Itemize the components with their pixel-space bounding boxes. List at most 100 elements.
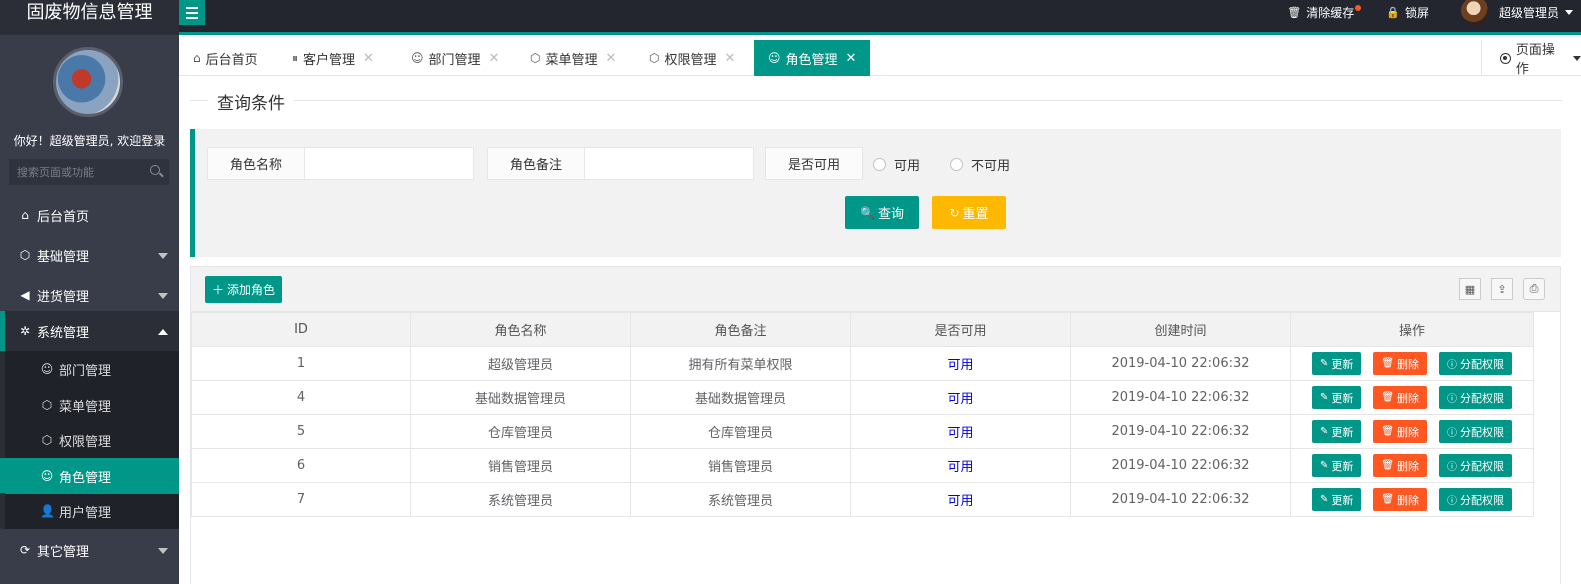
sidebar-item-home[interactable]: ⌂ 后台首页	[0, 195, 179, 235]
tab-permission[interactable]: ⬡ 权限管理 ✕	[649, 40, 735, 76]
trash-icon: 🗑	[1381, 460, 1395, 471]
page-operations-menu[interactable]: 页面操作	[1481, 40, 1581, 77]
user-menu[interactable]: 超级管理员	[1460, 0, 1573, 25]
cell-available: 可用	[850, 380, 1071, 415]
tab-customer[interactable]: ⏸ 客户管理 ✕	[292, 40, 374, 76]
tab-department[interactable]: ☺ 部门管理 ✕	[411, 40, 499, 76]
export-icon[interactable]: ⇪	[1491, 278, 1513, 300]
sidebar-item-purchase[interactable]: ◀ 进货管理	[0, 275, 179, 315]
cell-id: 4	[191, 380, 411, 415]
trash-icon: 🗑	[1381, 392, 1395, 403]
table-row[interactable]: 7 系统管理员 系统管理员 可用 2019-04-10 22:06:32 ✎ 更新…	[191, 482, 1534, 517]
info-icon: ⓘ	[1447, 428, 1458, 439]
close-icon[interactable]: ✕	[606, 51, 617, 66]
cube-icon: ⬡	[530, 51, 541, 65]
assign-permission-button[interactable]: ⓘ 分配权限	[1439, 488, 1513, 511]
edit-button[interactable]: ✎ 更新	[1311, 420, 1362, 443]
radio-unavailable[interactable]: 不可用	[950, 155, 1010, 174]
search-button[interactable]: 🔍 查询	[845, 196, 919, 229]
cube-icon: ⬡	[649, 51, 660, 65]
column-header[interactable]: 角色名称	[410, 312, 631, 347]
radio-circle-icon	[950, 158, 963, 171]
assign-permission-button[interactable]: ⓘ 分配权限	[1439, 420, 1513, 443]
edit-button[interactable]: ✎ 更新	[1311, 352, 1362, 375]
cell-available: 可用	[850, 482, 1071, 517]
lock-icon: 🔒	[1386, 5, 1400, 19]
clear-cache-label: 清除缓存	[1306, 5, 1355, 20]
cell-created: 2019-04-10 22:06:32	[1070, 448, 1291, 483]
radio-available[interactable]: 可用	[873, 155, 920, 174]
trash-icon: 🗑	[1381, 494, 1395, 505]
print-icon[interactable]: ⎙	[1523, 278, 1545, 300]
refresh-icon: ↻	[949, 205, 960, 220]
cell-remark: 系统管理员	[630, 482, 851, 517]
lock-screen-button[interactable]: 🔒 锁屏	[1386, 0, 1429, 24]
edit-button[interactable]: ✎ 更新	[1311, 488, 1362, 511]
smile-icon: ☺	[40, 469, 54, 483]
close-icon[interactable]: ✕	[846, 51, 857, 66]
edit-button[interactable]: ✎ 更新	[1311, 386, 1362, 409]
role-name-input[interactable]	[304, 147, 474, 180]
delete-button[interactable]: 🗑 删除	[1373, 352, 1428, 375]
table-header-row: ID 角色名称 角色备注 是否可用 创建时间 操作	[191, 312, 1534, 347]
delete-button[interactable]: 🗑 删除	[1373, 454, 1428, 477]
sidebar-item-user[interactable]: 👤 用户管理	[0, 493, 179, 529]
user-outline-icon: ☺	[411, 51, 424, 65]
pause-icon: ⏸	[292, 50, 299, 65]
sidebar-item-basic[interactable]: ⬡ 基础管理	[0, 235, 179, 275]
role-table: ID 角色名称 角色备注 是否可用 创建时间 操作 1 超级管理员 拥有所有菜单…	[191, 312, 1534, 517]
delete-button[interactable]: 🗑 删除	[1373, 488, 1428, 511]
add-role-button[interactable]: ＋ 添加角色	[205, 276, 282, 303]
trash-icon: 🗑	[1381, 358, 1395, 369]
clear-cache-button[interactable]: 🗑 清除缓存	[1287, 0, 1362, 24]
lock-screen-label: 锁屏	[1404, 5, 1429, 20]
target-icon	[1500, 52, 1511, 64]
close-icon[interactable]: ✕	[363, 51, 374, 66]
role-name-label: 角色名称	[207, 147, 305, 180]
sidebar-item-menu[interactable]: ⬡ 菜单管理	[0, 387, 179, 423]
cube-icon: ⬡	[19, 248, 31, 262]
table-row[interactable]: 6 销售管理员 销售管理员 可用 2019-04-10 22:06:32 ✎ 更新…	[191, 448, 1534, 483]
tab-bar: ⌂ 后台首页 ⏸ 客户管理 ✕ ☺ 部门管理 ✕ ⬡ 菜单管理 ✕ ⬡ 权限管理…	[179, 38, 1581, 77]
sidebar-item-other[interactable]: ⟳ 其它管理	[0, 530, 179, 570]
delete-button[interactable]: 🗑 删除	[1373, 386, 1428, 409]
sidebar: 你好！超级管理员, 欢迎登录 ⌂ 后台首页 ⬡ 基础管理 ◀ 进货管理 ✲ 系统…	[0, 35, 179, 584]
sidebar-item-system[interactable]: ✲ 系统管理	[0, 311, 179, 351]
sidebar-toggle-button[interactable]	[179, 0, 205, 25]
assign-permission-button[interactable]: ⓘ 分配权限	[1439, 386, 1513, 409]
sidebar-search-input[interactable]	[9, 159, 169, 185]
column-header[interactable]: ID	[191, 312, 411, 347]
trash-icon: 🗑	[1287, 5, 1302, 19]
columns-icon[interactable]: ▦	[1459, 278, 1481, 300]
tab-home[interactable]: ⌂ 后台首页	[193, 40, 258, 76]
sidebar-item-department[interactable]: ☺ 部门管理	[0, 351, 179, 387]
cell-created: 2019-04-10 22:06:32	[1070, 380, 1291, 415]
table-row[interactable]: 1 超级管理员 拥有所有菜单权限 可用 2019-04-10 22:06:32 …	[191, 346, 1534, 381]
close-icon[interactable]: ✕	[489, 51, 500, 66]
tab-menu[interactable]: ⬡ 菜单管理 ✕	[530, 40, 616, 76]
search-icon[interactable]	[150, 165, 160, 175]
welcome-text: 你好！超级管理员, 欢迎登录	[13, 134, 166, 148]
app-brand: 固废物信息管理	[0, 0, 179, 35]
table-row[interactable]: 4 基础数据管理员 基础数据管理员 可用 2019-04-10 22:06:32…	[191, 380, 1534, 415]
column-header[interactable]: 角色备注	[630, 312, 851, 347]
plus-icon: ＋	[211, 283, 224, 297]
column-header[interactable]: 创建时间	[1070, 312, 1291, 347]
role-remark-input[interactable]	[584, 147, 754, 180]
radio-circle-icon	[873, 158, 886, 171]
search-icon: 🔍	[860, 205, 875, 220]
delete-button[interactable]: 🗑 删除	[1373, 420, 1428, 443]
assign-permission-button[interactable]: ⓘ 分配权限	[1439, 454, 1513, 477]
assign-permission-button[interactable]: ⓘ 分配权限	[1439, 352, 1513, 375]
smile-icon: ☺	[768, 51, 781, 65]
cube-icon: ⬡	[41, 398, 53, 412]
edit-button[interactable]: ✎ 更新	[1311, 454, 1362, 477]
column-header[interactable]: 是否可用	[850, 312, 1071, 347]
table-row[interactable]: 5 仓库管理员 仓库管理员 可用 2019-04-10 22:06:32 ✎ 更新…	[191, 414, 1534, 449]
sidebar-item-role[interactable]: ☺ 角色管理	[0, 458, 179, 494]
tab-role[interactable]: ☺ 角色管理 ✕	[754, 40, 871, 76]
reset-button[interactable]: ↻ 重置	[932, 196, 1006, 229]
sidebar-item-permission[interactable]: ⬡ 权限管理	[0, 422, 179, 458]
close-icon[interactable]: ✕	[725, 51, 736, 66]
notification-dot	[1355, 5, 1362, 11]
